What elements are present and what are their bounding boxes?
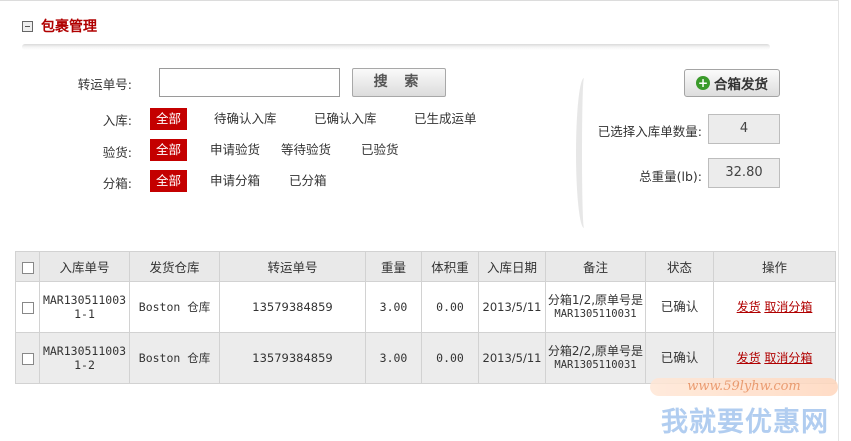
weight-cell: 3.00 xyxy=(365,332,422,384)
inbound-filter-label: 入库: xyxy=(102,113,132,128)
volume-weight-cell: 0.00 xyxy=(421,281,479,333)
inspection-filter-label: 验货: xyxy=(102,145,132,160)
note-cell: 分箱1/2,原单号是 MAR1305110031 xyxy=(545,281,646,333)
split-filter-all[interactable]: 全部 xyxy=(150,170,188,192)
ship-link[interactable]: 发货 xyxy=(737,300,761,314)
plus-icon: + xyxy=(696,76,710,90)
row-select-cell xyxy=(15,281,40,333)
watermark-text: 我就要优惠网 xyxy=(661,407,829,438)
warehouse-cell: Boston 仓库 xyxy=(129,332,220,384)
weight-cell: 3.00 xyxy=(365,281,422,333)
inspection-filter-all[interactable]: 全部 xyxy=(150,139,188,161)
column-header-actions: 操作 xyxy=(713,251,836,282)
total-weight-label: 总重量(lb): xyxy=(639,169,702,184)
actions-cell: 发货 取消分箱 xyxy=(713,332,836,384)
select-all-cell xyxy=(15,251,40,282)
order-no-cell: MAR1305110031-2 xyxy=(39,332,130,384)
inspection-filter-requested[interactable]: 申请验货 xyxy=(210,139,260,161)
column-header-tracking-no: 转运单号 xyxy=(219,251,366,282)
column-header-order-no: 入库单号 xyxy=(39,251,130,282)
table-header-row: 入库单号 发货仓库 转运单号 重量 体积重 入库日期 备注 状态 操作 xyxy=(15,251,836,282)
section-header: 包裹管理 xyxy=(22,14,97,38)
inbound-filter-confirmed[interactable]: 已确认入库 xyxy=(314,108,377,130)
tracking-number-input[interactable] xyxy=(159,68,340,97)
ship-link[interactable]: 发货 xyxy=(737,351,761,365)
tracking-no-cell: 13579384859 xyxy=(219,332,366,384)
page-title: 包裹管理 xyxy=(41,19,97,35)
inbound-filter-all[interactable]: 全部 xyxy=(150,108,188,130)
volume-weight-cell: 0.00 xyxy=(421,332,479,384)
date-cell: 2013/5/11 xyxy=(478,332,546,384)
inspection-filter-waiting[interactable]: 等待验货 xyxy=(281,139,331,161)
status-cell: 已确认 xyxy=(645,281,714,333)
row-select-cell xyxy=(15,332,40,384)
column-header-status: 状态 xyxy=(645,251,714,282)
top-border xyxy=(0,0,838,1)
status-cell: 已确认 xyxy=(645,332,714,384)
panel-divider-shadow xyxy=(576,78,592,228)
selected-count-value: 4 xyxy=(708,114,780,144)
collapse-icon[interactable] xyxy=(22,20,33,32)
header-divider xyxy=(22,44,770,50)
note-line-1: 分箱1/2,原单号是 xyxy=(547,293,644,307)
table-row: MAR1305110031-2 Boston 仓库 13579384859 3.… xyxy=(15,332,836,384)
note-line-1: 分箱2/2,原单号是 xyxy=(547,344,644,358)
warehouse-cell: Boston 仓库 xyxy=(129,281,220,333)
inbound-filter-pending[interactable]: 待确认入库 xyxy=(214,108,277,130)
tracking-no-cell: 13579384859 xyxy=(219,281,366,333)
column-header-weight: 重量 xyxy=(365,251,422,282)
package-table: 入库单号 发货仓库 转运单号 重量 体积重 入库日期 备注 状态 操作 MAR1… xyxy=(15,251,836,384)
combine-ship-label: 合箱发货 xyxy=(714,77,768,93)
select-all-checkbox[interactable] xyxy=(21,261,34,274)
date-cell: 2013/5/11 xyxy=(478,281,546,333)
watermark: www.59lyhw.com 我就要优惠网 xyxy=(650,378,840,438)
combine-ship-button[interactable]: + 合箱发货 xyxy=(684,69,780,97)
split-filter-done[interactable]: 已分箱 xyxy=(289,170,327,192)
note-line-2: MAR1305110031 xyxy=(554,308,637,320)
note-cell: 分箱2/2,原单号是 MAR1305110031 xyxy=(545,332,646,384)
note-line-2: MAR1305110031 xyxy=(554,359,637,371)
column-header-note: 备注 xyxy=(545,251,646,282)
right-border xyxy=(838,0,839,441)
tracking-number-label: 转运单号: xyxy=(77,77,132,92)
inbound-filter-waybill-generated[interactable]: 已生成运单 xyxy=(414,108,477,130)
table-row: MAR1305110031-1 Boston 仓库 13579384859 3.… xyxy=(15,281,836,333)
selected-count-label: 已选择入库单数量: xyxy=(597,124,702,139)
column-header-date: 入库日期 xyxy=(478,251,546,282)
cancel-split-link[interactable]: 取消分箱 xyxy=(764,300,812,314)
column-header-warehouse: 发货仓库 xyxy=(129,251,220,282)
row-checkbox[interactable] xyxy=(21,301,34,314)
search-button[interactable]: 搜 索 xyxy=(352,68,446,97)
row-checkbox[interactable] xyxy=(21,352,34,365)
total-weight-value: 32.80 xyxy=(708,158,780,188)
split-filter-label: 分箱: xyxy=(102,176,132,191)
cancel-split-link[interactable]: 取消分箱 xyxy=(764,351,812,365)
actions-cell: 发货 取消分箱 xyxy=(713,281,836,333)
order-no-cell: MAR1305110031-1 xyxy=(39,281,130,333)
column-header-volume-weight: 体积重 xyxy=(421,251,479,282)
split-filter-requested[interactable]: 申请分箱 xyxy=(210,170,260,192)
inspection-filter-done[interactable]: 已验货 xyxy=(361,139,399,161)
